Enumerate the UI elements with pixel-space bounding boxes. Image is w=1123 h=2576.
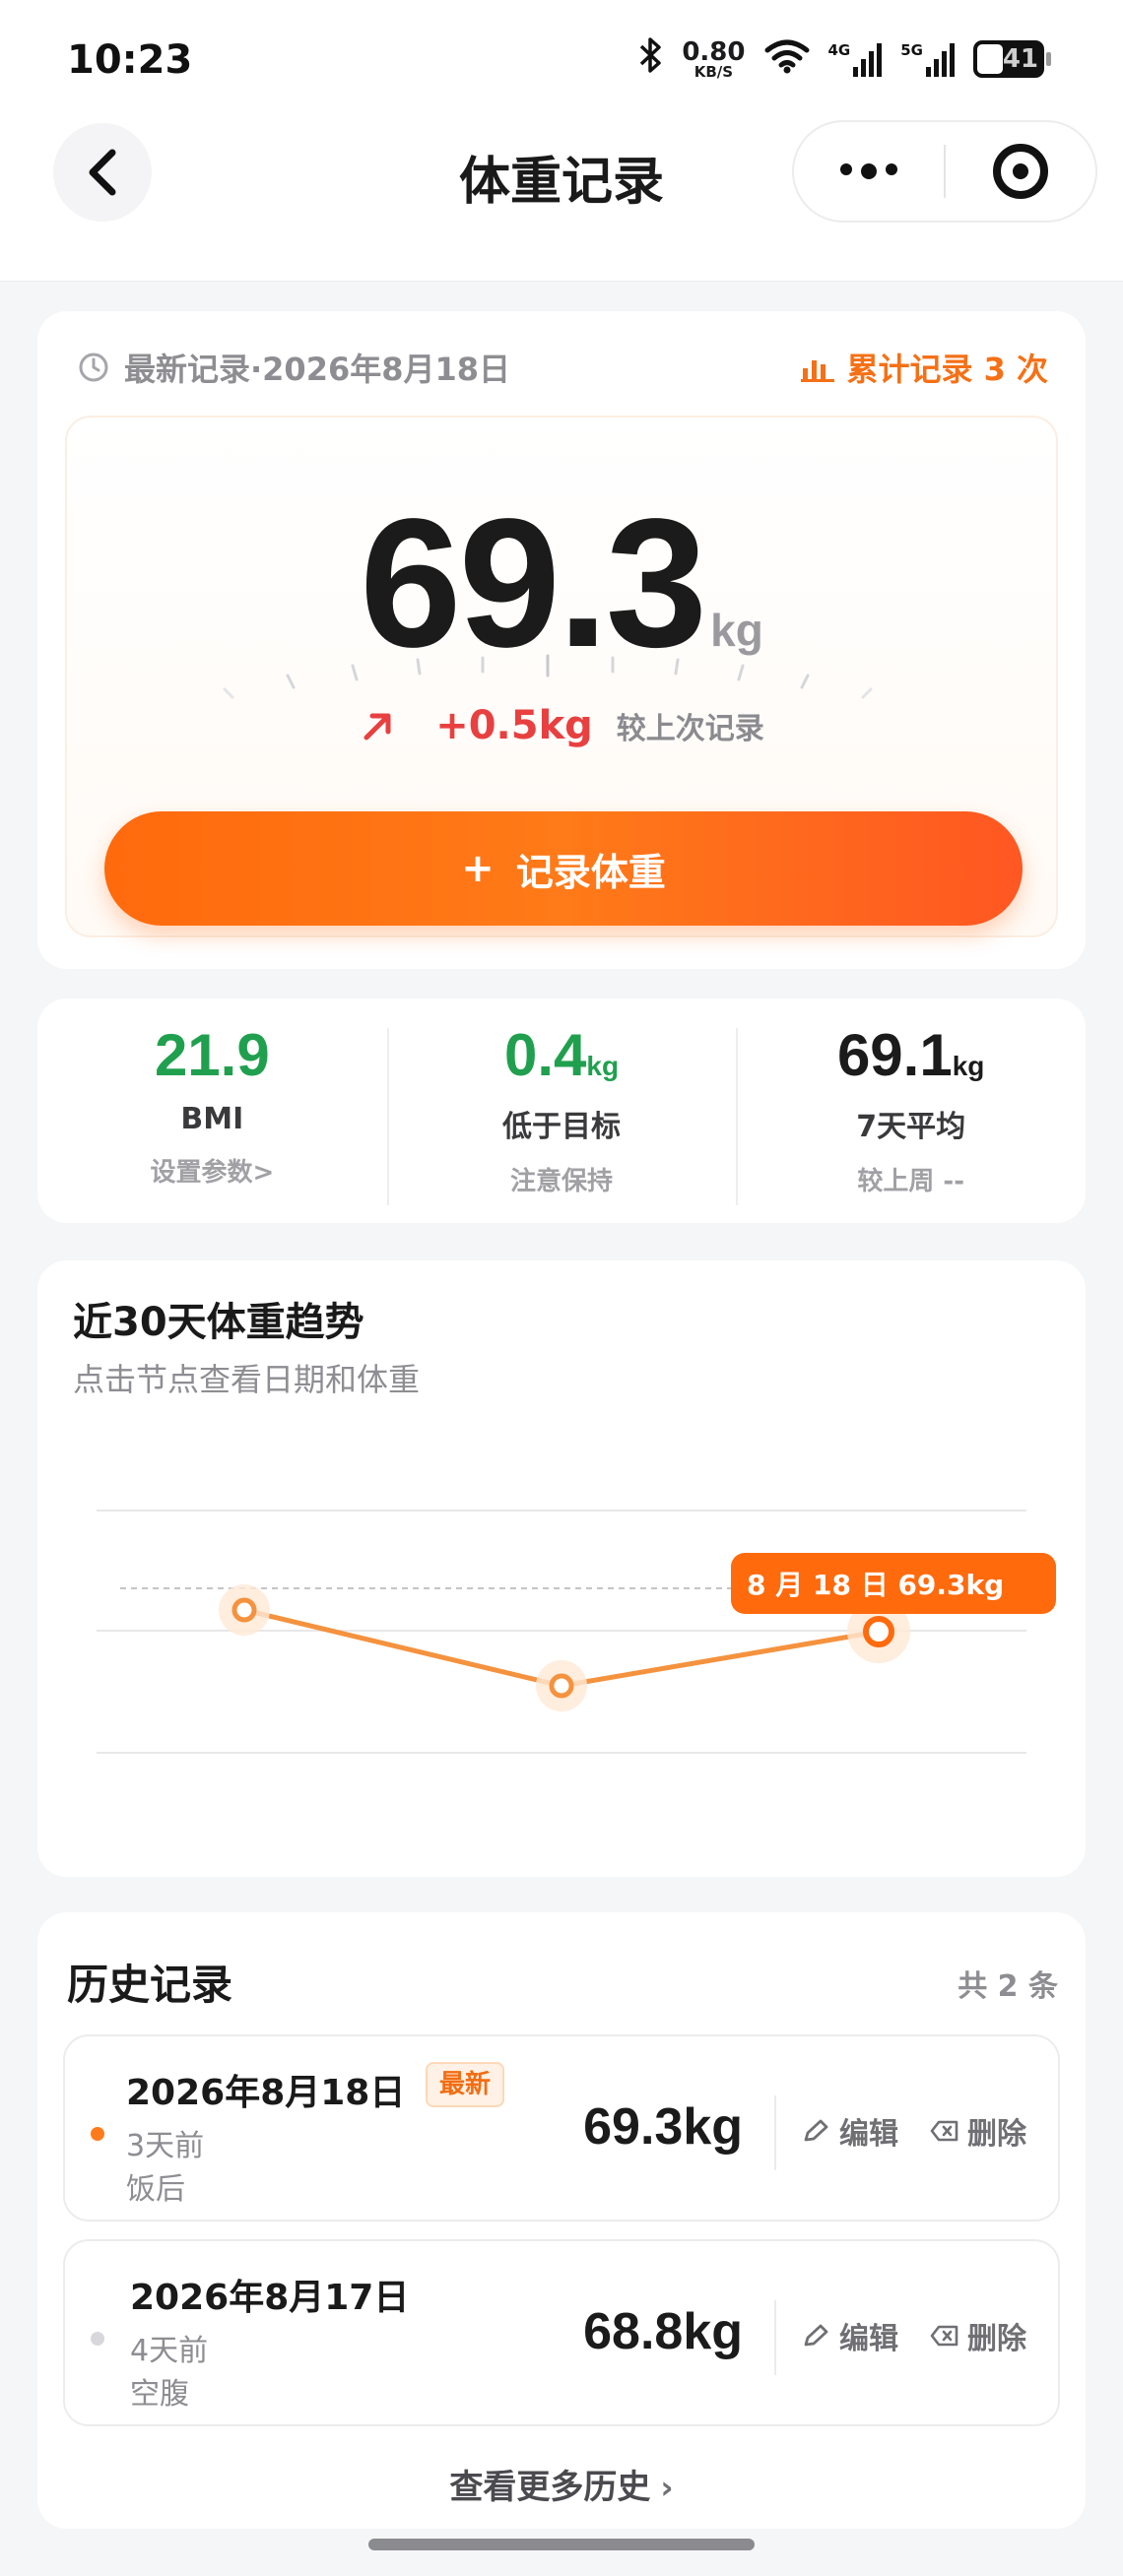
weight-change-value: +0.5kg [435, 703, 593, 748]
stat-bmi-settings-link[interactable]: 设置参数> [37, 1152, 387, 1189]
stat-target-diff: 0.4kg 低于目标 注意保持 [386, 998, 737, 1223]
record-count: 累计记录 3 次 [801, 345, 1048, 390]
record-weight-button[interactable]: + 记录体重 [104, 811, 1023, 926]
pencil-icon [804, 2119, 828, 2142]
weight-change-label: 较上次记录 [616, 712, 764, 746]
data-point[interactable] [231, 1597, 257, 1623]
record-divider [774, 2095, 776, 2170]
nav-bar: 体重记录 [0, 108, 1123, 282]
view-more-history-label: 查看更多历史 [449, 2468, 651, 2507]
record-date: 2026年8月18日 [126, 2073, 406, 2113]
status-time: 10:23 [67, 37, 193, 83]
more-dots-icon[interactable] [794, 163, 944, 179]
chevron-right-icon: › [660, 2469, 674, 2506]
signal-4g-label: 4G [827, 41, 851, 59]
record-date: 2026年8月17日 [130, 2278, 410, 2318]
stat-bmi-label: BMI [180, 1102, 244, 1136]
network-speed-unit: KB/S [694, 62, 734, 81]
status-icons: 0.80 KB/S 4G 5G 41 [638, 35, 1051, 83]
stats-card: 21.9 BMI 设置参数> 0.4kg 低于目标 注意保持 69.1kg 7天… [37, 998, 1086, 1223]
record-weight-label: 记录体重 [515, 850, 666, 894]
stat-bmi-number: 21.9 [154, 1022, 270, 1088]
latest-record-label: 最新记录·2026年8月18日 [124, 351, 511, 388]
delete-button[interactable]: 删除 [930, 2314, 1026, 2357]
network-speed: 0.80 KB/S [682, 39, 745, 80]
backspace-icon [930, 2120, 958, 2142]
weight-change: +0.5kg 较上次记录 [67, 703, 1056, 748]
edit-label: 编辑 [839, 2117, 898, 2152]
stat-7day-average: 69.1kg 7天平均 较上周 -- [736, 998, 1086, 1223]
arrow-up-right-icon [363, 713, 391, 741]
clock-icon [79, 353, 108, 382]
battery-level: 41 [1002, 44, 1038, 74]
stat-7day-average-label: 7天平均 [856, 1110, 966, 1144]
chart-tooltip: 8 月 18 日 69.3kg [731, 1553, 1056, 1614]
view-more-history-link[interactable]: 查看更多历史 › [37, 2460, 1086, 2508]
current-weight-unit: kg [710, 605, 763, 656]
pencil-icon [804, 2324, 828, 2347]
wifi-icon [763, 36, 811, 82]
record-state: 空腹 [130, 2377, 189, 2412]
stat-target-diff-value: 0.4kg [387, 1018, 737, 1092]
edit-label: 编辑 [839, 2322, 898, 2356]
stat-target-diff-unit: kg [586, 1051, 620, 1081]
signal-5g-icon: 5G [900, 41, 956, 77]
signal-4g-icon: 4G [828, 41, 884, 77]
stat-target-diff-number: 0.4 [503, 1022, 587, 1088]
weight-trend-chart[interactable]: 目标体重 69.7kg8 月 18 日 69.3kg [37, 1260, 1086, 1877]
stat-target-diff-label: 低于目标 [502, 1110, 621, 1144]
stat-7day-average-sub: 较上周 -- [857, 1167, 964, 1196]
record-count-label: 累计记录 3 次 [846, 351, 1048, 388]
mini-program-capsule [792, 120, 1097, 223]
stat-7day-average-number: 69.1 [836, 1022, 953, 1088]
battery-icon: 41 [973, 40, 1051, 78]
delete-button[interactable]: 删除 [930, 2109, 1026, 2153]
signal-5g-label: 5G [900, 41, 923, 59]
record-weight: 68.8kg [583, 2303, 743, 2360]
chart-tooltip-text: 8 月 18 日 69.3kg [747, 1569, 1004, 1601]
plus-icon: + [461, 846, 495, 891]
record-divider [774, 2300, 776, 2375]
latest-record-card: 最新记录·2026年8月18日 累计记录 3 次 69.3 kg +0.5kg … [37, 311, 1086, 969]
history-total: 共 2 条 [958, 1969, 1058, 2004]
record-weight: 69.3kg [583, 2098, 743, 2156]
data-point[interactable] [549, 1673, 574, 1699]
edit-button[interactable]: 编辑 [802, 2109, 898, 2153]
record-ago: 3天前 [126, 2129, 205, 2163]
stat-bmi-value: 21.9 [37, 1018, 387, 1092]
stat-target-diff-sub: 注意保持 [510, 1167, 614, 1196]
current-weight: 69.3 kg [67, 492, 1056, 676]
record-ago: 4天前 [130, 2334, 209, 2368]
mini-program-close-icon[interactable] [946, 144, 1095, 199]
history-title: 历史记录 [67, 1961, 233, 2009]
record-state: 饭后 [126, 2172, 185, 2207]
network-speed-value: 0.80 [682, 36, 746, 67]
stat-7day-average-value: 69.1kg [736, 1018, 1086, 1092]
history-record: 2026年8月17日 4天前 空腹 68.8kg 编辑 删除 [63, 2239, 1060, 2426]
stat-bmi[interactable]: 21.9 BMI 设置参数> [37, 998, 387, 1223]
delete-label: 删除 [967, 2117, 1026, 2152]
data-point[interactable] [863, 1616, 894, 1647]
edit-button[interactable]: 编辑 [802, 2314, 898, 2357]
history-record: 2026年8月18日 最新 3天前 饭后 69.3kg 编辑 删除 [63, 2034, 1060, 2222]
backspace-icon [930, 2325, 958, 2347]
latest-record-header: 最新记录·2026年8月18日 [77, 345, 510, 390]
stat-7day-average-unit: kg [952, 1051, 985, 1081]
home-indicator[interactable] [368, 2539, 755, 2550]
history-card: 历史记录 共 2 条 2026年8月18日 最新 3天前 饭后 69.3kg 编… [37, 1912, 1086, 2529]
bar-chart-icon [801, 360, 835, 382]
weight-display-panel: 69.3 kg +0.5kg 较上次记录 + 记录体重 [65, 416, 1058, 937]
record-status-dot [91, 2332, 104, 2346]
delete-label: 删除 [967, 2322, 1026, 2356]
bluetooth-icon [638, 35, 664, 83]
weight-trend-card: 近30天体重趋势 点击节点查看日期和体重 目标体重 69.7kg8 月 18 日… [37, 1260, 1086, 1877]
record-status-dot [91, 2127, 104, 2141]
latest-badge: 最新 [426, 2062, 505, 2107]
